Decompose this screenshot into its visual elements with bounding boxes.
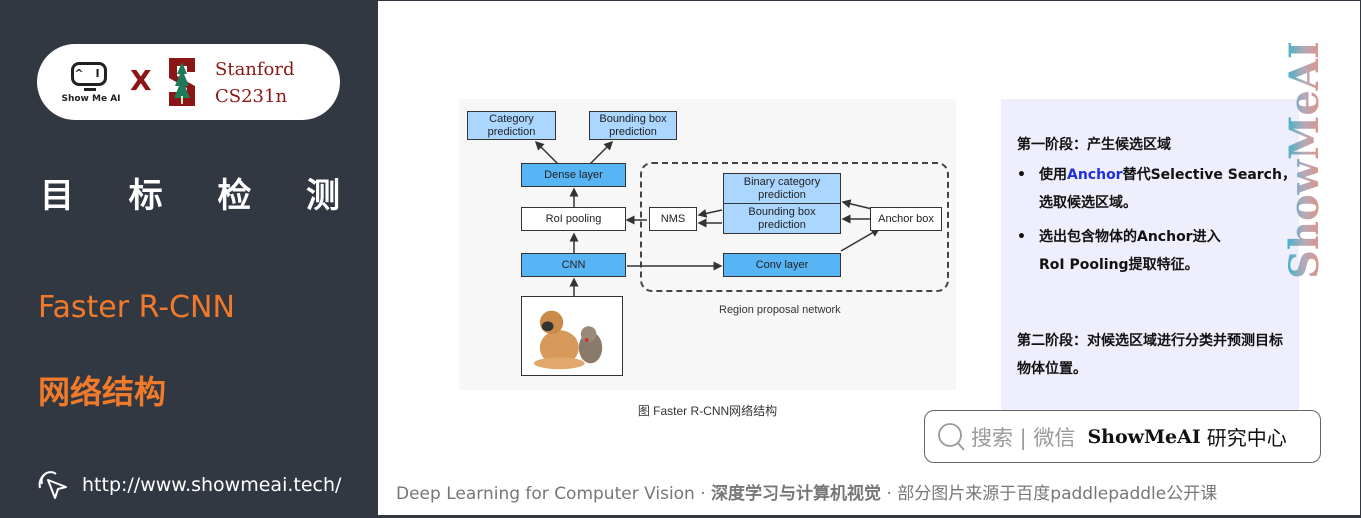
search-brand-suffix: 研究中心 <box>1206 426 1287 450</box>
arrow-binary-nms <box>697 209 723 218</box>
arrow-dense-category <box>534 140 560 166</box>
cnn-box: CNN <box>521 253 626 277</box>
slide-content: Category prediction Bounding box predict… <box>378 1 1360 515</box>
cursor-click-icon <box>38 471 67 499</box>
conv-layer-box: Conv layer <box>723 253 841 277</box>
showmeai-logo: ^ I Show Me AI <box>59 58 123 110</box>
category-prediction-box: Category prediction <box>467 111 556 140</box>
dense-layer-box: Dense layer <box>521 163 626 187</box>
section-title-char: 目 <box>40 176 74 216</box>
section-title-char: 标 <box>128 176 163 216</box>
stanford-name: Stanford <box>215 59 295 80</box>
section-title: 目 标 检 测 <box>40 168 340 217</box>
bbox-prediction-box: Bounding box prediction <box>589 111 677 140</box>
bullet-dot: • <box>1017 167 1026 183</box>
footer-course-en: Deep Learning for Computer Vision <box>396 484 695 504</box>
bullet-text-part: 使用 <box>1039 167 1067 183</box>
search-icon <box>938 422 965 451</box>
logo-banner: ^ I Show Me AI X Stanford CS231n <box>37 44 340 120</box>
binary-category-box: Binary category prediction <box>723 173 841 204</box>
wechat-search-box[interactable]: 搜索 | 微信 ShowMeAI 研究中心 <box>924 410 1321 463</box>
stage1-heading: 第一阶段：产生候选区域 <box>1017 137 1171 153</box>
course-code: CS231n <box>215 86 288 107</box>
anchor-box: Anchor box <box>870 207 942 231</box>
bullet-text: 使用Anchor替代Selective Search，选取候选区域。 <box>1039 161 1299 217</box>
anchor-highlight: Anchor <box>1067 167 1123 183</box>
showmeai-watermark: ShowMeAI <box>1286 43 1326 279</box>
rpn-label: Region proposal network <box>719 304 841 316</box>
watermark-text: ShowMeAI <box>1286 43 1326 279</box>
section-title-char: 检 <box>217 176 252 216</box>
collab-x: X <box>130 64 152 97</box>
section-title-char: 测 <box>305 176 340 216</box>
showmeai-logo-text: Show Me AI <box>61 94 121 104</box>
footer-course-cn: 深度学习与计算机视觉 <box>711 484 882 504</box>
figure-caption: 图 Faster R-CNN网络结构 <box>637 404 778 418</box>
website-link[interactable]: http://www.showmeai.tech/ <box>36 468 341 502</box>
arrow-conv-anchor <box>840 228 881 252</box>
faster-rcnn-diagram: Category prediction Bounding box predict… <box>459 99 956 390</box>
bullet-item: • 选出包含物体的Anchor进入RoI Pooling提取特征。 <box>1017 223 1299 283</box>
footer: Deep Learning for Computer Vision · 深度学习… <box>396 479 1217 504</box>
website-url[interactable]: http://www.showmeai.tech/ <box>82 474 341 496</box>
sidebar: ^ I Show Me AI X Stanford CS231n 目 标 检 测… <box>0 0 378 518</box>
bullet-text: 选出包含物体的Anchor进入RoI Pooling提取特征。 <box>1039 229 1221 273</box>
footer-separator: · <box>881 484 898 504</box>
search-hint: 搜索 | 微信 <box>971 425 1076 450</box>
bullet-dot: • <box>1017 229 1026 245</box>
bullet-item: • 使用Anchor替代Selective Search，选取候选区域。 <box>1017 161 1299 221</box>
rpn-bbox-prediction-box: Bounding box prediction <box>723 203 841 234</box>
nms-box: NMS <box>649 207 697 231</box>
roi-pooling-box: RoI pooling <box>521 207 626 231</box>
input-image-dog-cat <box>521 296 623 376</box>
footer-source-note: 部分图片来源于百度paddlepaddle公开课 <box>897 484 1218 504</box>
arrow-anchor-binary <box>841 199 873 210</box>
stage2-heading: 第二阶段：对候选区域进行分类并预测目标物体位置。 <box>1017 333 1283 377</box>
arrow-dense-bbox <box>588 140 614 166</box>
subtopic-title: 网络结构 <box>38 373 167 411</box>
search-brand: ShowMeAI <box>1087 425 1201 448</box>
topic-title: Faster R-CNN <box>38 290 235 325</box>
stanford-logo-icon <box>169 58 195 106</box>
stanford-course: Stanford CS231n <box>215 56 295 110</box>
footer-separator: · <box>694 484 712 504</box>
dog-cat-image <box>533 310 603 370</box>
explanation-panel: 第一阶段：产生候选区域 • 使用Anchor替代Selective Search… <box>1001 99 1299 412</box>
monitor-icon: ^ I <box>71 62 107 86</box>
